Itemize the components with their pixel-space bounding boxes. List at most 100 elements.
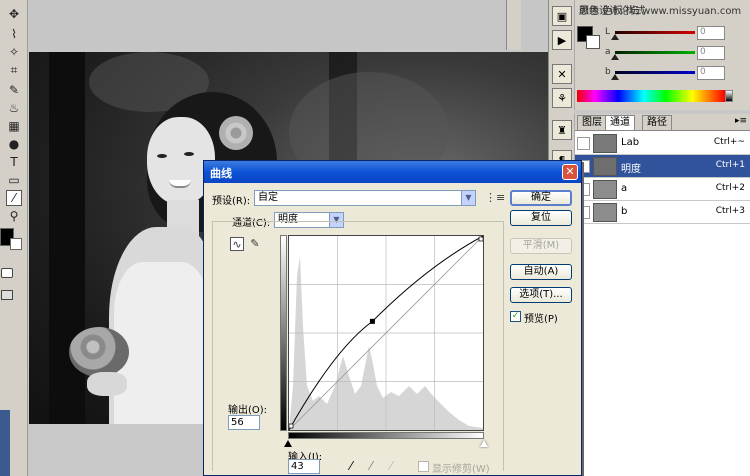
input-gradient-bar [288,432,484,439]
photo-subject-eye [157,154,167,158]
curve-endpoint-white[interactable] [478,236,483,242]
photo-subject-eye [184,152,194,156]
slider-track[interactable] [615,51,695,54]
screen-mode-icon[interactable] [1,290,13,300]
slider-value-field[interactable]: 0 [697,46,725,60]
photo-subject-dress [114,262,210,424]
stamp-tool-icon[interactable]: ♨ [6,100,22,116]
curve-endpoint-black[interactable] [289,423,294,429]
channel-row-lab[interactable]: Lab Ctrl+~ [575,132,750,155]
color-panel-header: 颜色 色板 样式 思缘设计论坛 www.missyuan.com [575,0,750,17]
channel-row-lightness[interactable]: 明度 Ctrl+1 [575,155,750,178]
preview-label: 预览(P) [524,314,558,325]
channel-thumbnail [593,134,617,153]
white-eyedropper-icon[interactable]: ⁄ [384,459,398,473]
channels-panel: 图层 通道 路径 ▸≡ Lab Ctrl+~ 明度 Ctrl+1 a Ctrl+… [574,114,750,476]
background-color-swatch[interactable] [10,238,22,250]
quick-mask-icon[interactable] [1,268,13,278]
channel-name: b [621,206,628,217]
eyedropper-tool-icon[interactable]: ⁄ [6,190,22,206]
curve-graph[interactable] [288,235,484,431]
slider-track[interactable] [615,31,695,34]
visibility-toggle[interactable] [577,137,590,150]
dodge-tool-icon[interactable]: ● [6,136,22,152]
output-gradient-bar [280,235,287,431]
brushes-icon[interactable]: ⚘ [552,88,572,108]
a-slider[interactable]: a 0 [605,46,750,62]
tools-panel: ✥ ⌇ ✧ ⌗ ✎ ♨ ▦ ● T ▭ ⁄ ⚲ [0,0,28,476]
slider-thumb[interactable] [611,74,619,80]
preset-select[interactable]: 自定 ▼ [254,190,476,206]
preview-checkbox[interactable]: ✓ [510,311,521,322]
curve-graph-svg[interactable] [289,236,483,430]
curves-dialog: 曲线 ✕ 预设(R): 自定 ▼ ⋮≡ 通道(C): 明度 ▼ ∿ ✎ 输出(O… [203,160,582,476]
preset-label: 预设(R): [212,196,251,207]
pencil-icon[interactable]: ✎ [248,237,262,251]
preset-value: 自定 [258,192,278,203]
photo-bouquet [69,327,129,377]
gradient-tool-icon[interactable]: ▦ [6,118,22,134]
slider-track[interactable] [615,71,695,74]
history-icon[interactable]: ▣ [552,6,572,26]
output-label: 输出(O): [228,405,268,416]
zoom-tool-icon[interactable]: ⚲ [6,208,22,224]
color-panel: 颜色 色板 样式 思缘设计论坛 www.missyuan.com L 0 a 0… [574,0,750,110]
lasso-tool-icon[interactable]: ⌇ [6,26,22,42]
white-point-slider[interactable] [480,440,488,447]
clone-source-icon[interactable]: ♜ [552,120,572,140]
canvas-background [29,0,551,50]
taskbar-strip [0,410,10,476]
output-field[interactable]: 56 [228,415,260,430]
black-point-slider[interactable] [284,440,292,447]
dialog-title-bar[interactable]: 曲线 ✕ [204,161,581,183]
channel-shortcut: Ctrl+3 [715,206,745,216]
channel-shortcut: Ctrl+1 [715,160,745,170]
tab-layers[interactable]: 图层 [577,115,607,130]
channel-thumbnail [593,180,617,199]
curve-control-point[interactable] [369,318,375,324]
actions-icon[interactable]: ▶ [552,30,572,50]
black-eyedropper-icon[interactable]: ⁄ [344,459,358,473]
show-clipping-checkbox[interactable] [418,461,429,472]
channel-row-b[interactable]: b Ctrl+3 [575,201,750,224]
channel-shortcut: Ctrl+~ [713,137,745,147]
channel-thumbnail [593,203,617,222]
auto-button[interactable]: 自动(A) [510,264,572,280]
l-slider[interactable]: L 0 [605,26,750,42]
smooth-button[interactable]: 平滑(M) [510,238,572,254]
options-button[interactable]: 选项(T)... [510,287,572,303]
photo-hair-flower [219,116,253,150]
panel-menu-icon[interactable]: ▸≡ [735,116,747,126]
reset-button[interactable]: 复位 [510,210,572,226]
close-icon[interactable]: ✕ [562,164,578,180]
tab-channels[interactable]: 通道 [605,115,635,130]
watermark-text: 思缘设计论坛 www.missyuan.com [579,6,742,17]
chevron-down-icon[interactable]: ▼ [461,191,475,205]
type-tool-icon[interactable]: T [6,154,22,170]
curve-icon[interactable]: ∿ [230,237,244,251]
slider-value-field[interactable]: 0 [697,26,725,40]
brush-tool-icon[interactable]: ✎ [6,82,22,98]
ok-button[interactable]: 确定 [510,190,572,206]
color-spectrum-bar[interactable] [577,90,725,102]
black-white-ramp[interactable] [725,90,733,102]
tool-presets-icon[interactable]: ✕ [552,64,572,84]
channel-shortcut: Ctrl+2 [715,183,745,193]
channels-panel-tabs: 图层 通道 路径 ▸≡ [575,114,750,131]
canvas-scrollbar[interactable] [506,0,521,50]
panel-background-swatch[interactable] [586,35,600,49]
tab-paths[interactable]: 路径 [642,115,672,130]
slider-thumb[interactable] [611,34,619,40]
slider-value-field[interactable]: 0 [697,66,725,80]
gray-eyedropper-icon[interactable]: ⁄ [364,459,378,473]
input-field[interactable]: 43 [288,459,320,474]
channel-name: Lab [621,137,640,148]
shape-tool-icon[interactable]: ▭ [6,172,22,188]
preset-menu-icon[interactable]: ⋮≡ [485,191,505,205]
crop-tool-icon[interactable]: ⌗ [6,62,22,78]
channel-row-a[interactable]: a Ctrl+2 [575,178,750,201]
move-tool-icon[interactable]: ✥ [6,6,22,22]
b-slider[interactable]: b 0 [605,66,750,82]
slider-thumb[interactable] [611,54,619,60]
magic-wand-icon[interactable]: ✧ [6,44,22,60]
